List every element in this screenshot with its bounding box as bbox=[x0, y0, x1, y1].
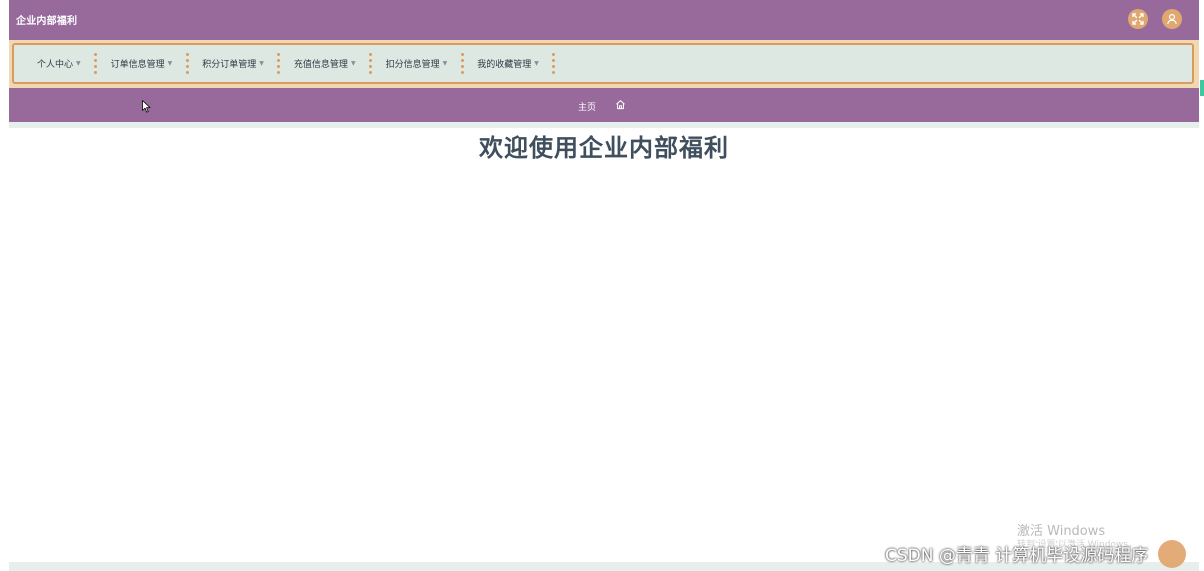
mouse-cursor-icon bbox=[142, 100, 151, 113]
app-title: 企业内部福利 bbox=[16, 16, 78, 27]
breadcrumb-home-link[interactable]: 主页 bbox=[578, 100, 596, 113]
chevron-down-icon: ▼ bbox=[259, 60, 264, 67]
menu-item-label: 扣分信息管理 bbox=[385, 60, 440, 70]
chevron-down-icon: ▼ bbox=[167, 60, 173, 67]
menu-item-label: 充值信息管理 bbox=[293, 60, 348, 70]
chevron-down-icon: ▼ bbox=[442, 60, 448, 67]
menu-item-deduction-info[interactable]: 扣分信息管理 ▼ bbox=[373, 45, 461, 82]
left-edge bbox=[0, 0, 9, 571]
scrollbar-thumb[interactable] bbox=[1200, 80, 1204, 96]
menu-item-label: 我的收藏管理 bbox=[477, 60, 532, 70]
page-title: 欢迎使用企业内部福利 bbox=[479, 134, 729, 162]
user-icon bbox=[1167, 13, 1177, 25]
app-window: 企业内部福利 个人中心 ▼ 订单信息管理 ▼ 积分订单管理 ▼ 充值信息管理 ▼… bbox=[0, 0, 1204, 571]
top-header: 企业内部福利 bbox=[9, 0, 1199, 40]
floating-action-button[interactable] bbox=[1158, 540, 1186, 568]
fullscreen-toggle-icon bbox=[1132, 13, 1144, 25]
menu-item-my-favorites[interactable]: 我的收藏管理 ▼ bbox=[464, 45, 552, 82]
menu-item-label: 订单信息管理 bbox=[110, 60, 165, 70]
chevron-down-icon: ▼ bbox=[76, 60, 81, 67]
fullscreen-button[interactable] bbox=[1128, 9, 1148, 29]
menu-item-personal-center[interactable]: 个人中心 ▼ bbox=[24, 45, 94, 82]
main-menu: 个人中心 ▼ 订单信息管理 ▼ 积分订单管理 ▼ 充值信息管理 ▼ 扣分信息管理… bbox=[12, 43, 1194, 84]
home-icon[interactable] bbox=[615, 99, 626, 110]
menu-separator bbox=[552, 52, 556, 75]
csdn-watermark: CSDN @青青 计算机毕设源码程序 bbox=[885, 546, 1149, 566]
breadcrumb: 主页 bbox=[9, 88, 1199, 122]
chevron-down-icon: ▼ bbox=[534, 60, 539, 67]
menu-item-label: 个人中心 bbox=[37, 60, 74, 70]
chevron-down-icon: ▼ bbox=[350, 60, 356, 67]
menu-item-points-order[interactable]: 积分订单管理 ▼ bbox=[189, 45, 277, 82]
menu-item-label: 积分订单管理 bbox=[202, 60, 257, 70]
menu-item-order-info[interactable]: 订单信息管理 ▼ bbox=[98, 45, 186, 82]
menubar-frame: 个人中心 ▼ 订单信息管理 ▼ 积分订单管理 ▼ 充值信息管理 ▼ 扣分信息管理… bbox=[9, 40, 1199, 88]
user-menu-button[interactable] bbox=[1162, 9, 1182, 29]
menu-item-recharge-info[interactable]: 充值信息管理 ▼ bbox=[281, 45, 369, 82]
